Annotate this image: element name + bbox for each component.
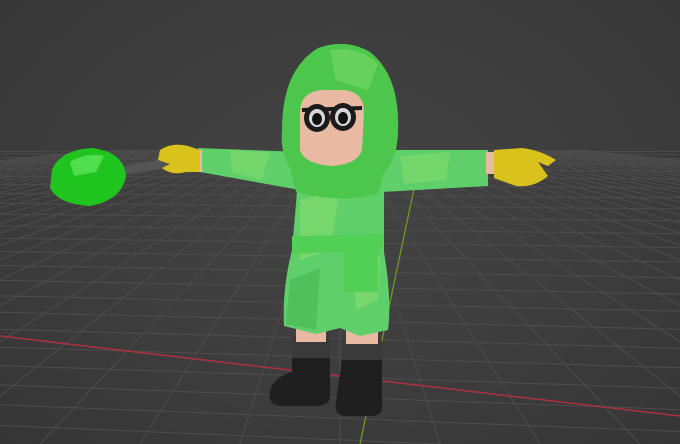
- right-arm-sleeve-highlight: [400, 152, 450, 184]
- right-boot: [335, 338, 382, 416]
- grid-line: [475, 149, 680, 189]
- grid-line: [547, 149, 680, 167]
- grid-line: [467, 149, 680, 193]
- grid-line: [531, 149, 680, 171]
- grid-line: [507, 149, 680, 177]
- viewport-canvas[interactable]: [0, 0, 680, 444]
- left-glove: [158, 144, 200, 174]
- grid-line: [427, 149, 680, 224]
- grid-line: [555, 149, 680, 166]
- belt-sash: [344, 250, 378, 292]
- grid-line: [419, 149, 680, 234]
- grid-line: [491, 149, 680, 183]
- grid-line: [387, 149, 680, 307]
- 3d-viewport[interactable]: [0, 0, 680, 444]
- grid-line: [451, 149, 680, 203]
- grid-line: [499, 149, 680, 180]
- left-boot: [269, 336, 330, 406]
- character-model[interactable]: [50, 43, 556, 416]
